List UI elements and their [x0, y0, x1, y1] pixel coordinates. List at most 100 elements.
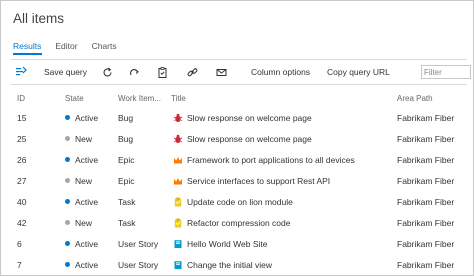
column-header-work-item-type[interactable]: Work Item... [118, 94, 161, 106]
refresh-icon[interactable] [102, 61, 113, 83]
column-header-state[interactable]: State [65, 94, 84, 106]
row-area-path: Fabrikam Fiber [397, 133, 455, 144]
email-icon[interactable] [216, 61, 227, 83]
row-area-path: Fabrikam Fiber [397, 238, 455, 249]
table-row[interactable]: 40 Active Task Update code on lion module Fa… [1, 191, 473, 212]
toolbar-divider-top [11, 59, 467, 60]
state-dot-icon [65, 241, 70, 246]
toolbar: Save query Column options Copy query URL [1, 61, 473, 83]
row-work-item-type: Bug [118, 112, 134, 123]
state-dot-icon [65, 136, 70, 141]
row-title-label[interactable]: Update code on lion module [187, 197, 293, 207]
state-dot-icon [65, 157, 70, 162]
row-work-item-type: Bug [118, 133, 134, 144]
row-work-item-type: User Story [118, 238, 159, 249]
table-row[interactable]: 42 New Task Refactor compression code Fabrik… [1, 212, 473, 233]
row-id[interactable]: 15 [17, 107, 26, 128]
row-title[interactable]: Slow response on welcome page [173, 128, 312, 149]
tab-results[interactable]: Results [13, 41, 41, 51]
state-dot-icon [65, 178, 70, 183]
book-icon [173, 239, 183, 249]
tab-editor[interactable]: Editor [55, 41, 77, 51]
book-icon [173, 260, 183, 270]
row-state: Active [65, 233, 98, 254]
row-state-label: Active [75, 259, 99, 270]
row-id[interactable]: 25 [17, 128, 26, 149]
row-title-label[interactable]: Framework to port applications to all de… [187, 155, 355, 165]
save-query-button[interactable]: Save query [44, 61, 87, 83]
redo-icon[interactable] [129, 61, 140, 83]
row-area-path: Fabrikam Fiber [397, 175, 455, 186]
clipboard-icon [173, 197, 183, 207]
row-id[interactable]: 42 [17, 212, 26, 233]
new-query-icon[interactable] [15, 61, 27, 83]
row-title-label[interactable]: Slow response on welcome page [187, 113, 312, 123]
toolbar-divider-bottom [11, 84, 467, 85]
row-title[interactable]: Hello World Web Site [173, 233, 267, 254]
row-work-item-type: Task [118, 217, 136, 228]
state-dot-icon [65, 199, 70, 204]
row-title[interactable]: Service interfaces to support Rest API [173, 170, 330, 191]
row-title[interactable]: Framework to port applications to all de… [173, 149, 355, 170]
row-state-label: New [75, 217, 93, 228]
row-state-label: Active [75, 196, 99, 207]
row-id[interactable]: 27 [17, 170, 26, 191]
column-options-button[interactable]: Column options [251, 61, 310, 83]
row-work-item-type: User Story [118, 259, 159, 270]
row-state-label: Active [75, 154, 99, 165]
table-row[interactable]: 6 Active User Story Hello World Web Site Fab… [1, 233, 473, 254]
tab-bar: Results Editor Charts [13, 41, 117, 51]
row-state: New [65, 212, 92, 233]
row-state-label: New [75, 133, 93, 144]
row-id[interactable]: 40 [17, 191, 26, 212]
table-row[interactable]: 26 Active Epic Framework to port applicatio… [1, 149, 473, 170]
table-row[interactable]: 7 Active User Story Change the initial view… [1, 254, 473, 275]
bug-icon [173, 134, 183, 144]
active-tab-indicator [13, 53, 42, 55]
bug-icon [173, 113, 183, 123]
row-area-path: Fabrikam Fiber [397, 112, 455, 123]
state-dot-icon [65, 115, 70, 120]
row-state: Active [65, 191, 98, 212]
row-title-label[interactable]: Refactor compression code [187, 218, 290, 228]
row-state-label: Active [75, 112, 99, 123]
tab-charts[interactable]: Charts [92, 41, 117, 51]
row-work-item-type: Task [118, 196, 136, 207]
page-title: All items [13, 11, 65, 26]
row-area-path: Fabrikam Fiber [397, 196, 455, 207]
row-id[interactable]: 7 [17, 254, 22, 275]
row-title[interactable]: Refactor compression code [173, 212, 290, 233]
row-state: Active [65, 149, 98, 170]
row-work-item-type: Epic [118, 175, 135, 186]
crown-icon [173, 155, 183, 165]
filter-input[interactable] [421, 65, 471, 79]
row-area-path: Fabrikam Fiber [397, 154, 455, 165]
row-work-item-type: Epic [118, 154, 135, 165]
crown-icon [173, 176, 183, 186]
state-dot-icon [65, 220, 70, 225]
table-row[interactable]: 27 New Epic Service interfaces to support R… [1, 170, 473, 191]
column-header-title[interactable]: Title [171, 94, 186, 106]
row-state-label: Active [75, 238, 99, 249]
state-dot-icon [65, 262, 70, 267]
row-title-label[interactable]: Slow response on welcome page [187, 134, 312, 144]
row-area-path: Fabrikam Fiber [397, 259, 455, 270]
row-state: New [65, 128, 92, 149]
row-id[interactable]: 26 [17, 149, 26, 170]
row-title-label[interactable]: Hello World Web Site [187, 239, 267, 249]
column-header-id[interactable]: ID [17, 94, 25, 106]
table-row[interactable]: 25 New Bug Slow response on welcome page Fab… [1, 128, 473, 149]
row-title[interactable]: Slow response on welcome page [173, 107, 312, 128]
row-state: Active [65, 254, 98, 275]
link-icon[interactable] [187, 61, 198, 83]
row-title[interactable]: Change the initial view [173, 254, 272, 275]
row-title-label[interactable]: Service interfaces to support Rest API [187, 176, 330, 186]
row-title-label[interactable]: Change the initial view [187, 260, 272, 270]
query-results-panel: All items Results Editor Charts Save que… [0, 0, 474, 276]
row-title[interactable]: Update code on lion module [173, 191, 293, 212]
table-row[interactable]: 15 Active Bug Slow response on welcome page… [1, 107, 473, 128]
copy-query-url-button[interactable]: Copy query URL [327, 61, 390, 83]
column-header-area-path[interactable]: Area Path [397, 94, 433, 106]
row-id[interactable]: 6 [17, 233, 22, 254]
clipboard-check-icon[interactable] [157, 61, 168, 83]
